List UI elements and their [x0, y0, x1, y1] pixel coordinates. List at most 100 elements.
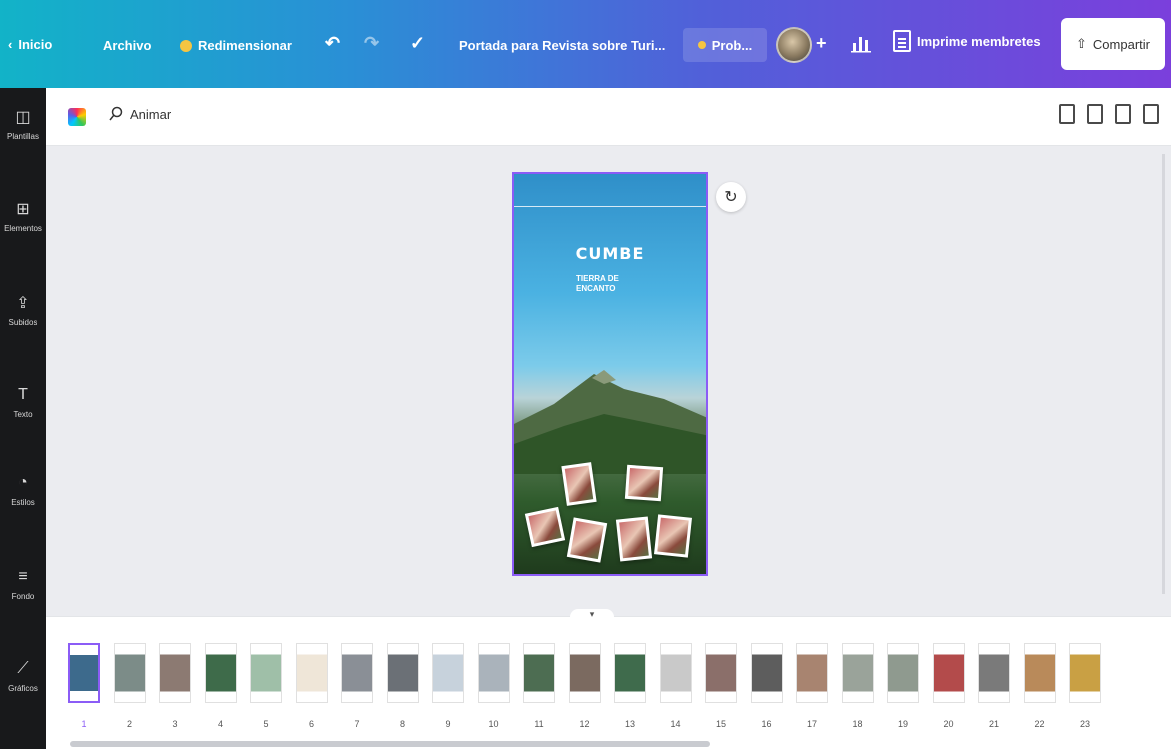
page-number: 10: [488, 719, 499, 729]
page-thumbnail[interactable]: [432, 643, 464, 703]
page-thumbnail[interactable]: [523, 643, 555, 703]
page-thumbnail[interactable]: [477, 643, 510, 703]
page-thumbnail[interactable]: [705, 643, 737, 703]
cloud-check-icon[interactable]: ✓: [410, 33, 425, 54]
back-label: Inicio: [18, 37, 53, 52]
share-label: Compartir: [1092, 36, 1150, 52]
animate-button[interactable]: Animar: [108, 106, 171, 122]
chevron-left-icon: ‹: [8, 37, 13, 52]
page-number: 23: [1079, 719, 1090, 729]
page-number: 16: [761, 719, 772, 729]
sidebar-item-uploads[interactable]: ⇪ Subidos: [0, 294, 46, 327]
page-thumbnail[interactable]: [659, 643, 692, 703]
add-collaborator-button[interactable]: +: [816, 33, 827, 54]
templates-icon: ◫: [15, 109, 31, 126]
page-thumbnail[interactable]: [386, 643, 419, 703]
divider-line: [514, 206, 706, 207]
sidebar-item-charts[interactable]: ⟋ Gráficos: [0, 660, 46, 693]
print-letterhead-button[interactable]: Imprime membretes: [893, 30, 1041, 52]
page-number: 2: [126, 719, 132, 729]
page-number: 14: [670, 719, 681, 729]
design-page[interactable]: CUMBE TIERRA DE ENCANTO: [512, 172, 708, 576]
mountain-image[interactable]: [514, 364, 708, 474]
page-thumbnail[interactable]: [796, 643, 828, 703]
sidebar-item-styles[interactable]: ◔ Estilos: [0, 474, 46, 507]
photo-collage-item[interactable]: [654, 514, 692, 558]
plus-icon: +: [816, 33, 827, 53]
horizontal-scrollbar[interactable]: [70, 741, 710, 747]
rotate-icon[interactable]: ↻: [716, 182, 746, 212]
page-thumbnail[interactable]: [295, 643, 328, 703]
avatar[interactable]: [776, 27, 812, 63]
sidebar-item-label: Texto: [13, 410, 33, 419]
insights-button[interactable]: [850, 30, 874, 54]
print-label: Imprime membretes: [917, 33, 1041, 49]
sidebar-item-label: Subidos: [8, 318, 38, 327]
document-title-text: Portada para Revista sobre Turi...: [459, 38, 666, 53]
document-icon: [893, 30, 911, 52]
page-thumbnail[interactable]: [159, 643, 191, 703]
pro-label: Prob...: [711, 37, 753, 53]
page-thumbnail[interactable]: [932, 643, 965, 703]
page-number: 17: [806, 719, 817, 729]
animate-label: Animar: [130, 106, 172, 122]
top-bar: ‹ Inicio Archivo Redimensionar ↶ ↷ ✓ Por…: [0, 0, 1171, 88]
page-thumbnail[interactable]: [887, 643, 919, 703]
page-thumbnail[interactable]: [68, 643, 100, 703]
document-title[interactable]: Portada para Revista sobre Turi...: [459, 38, 665, 53]
page-thumbnail[interactable]: [1069, 643, 1101, 703]
styles-icon: ◔: [18, 474, 28, 491]
file-menu-button[interactable]: Archivo: [103, 38, 151, 53]
photo-collage-item[interactable]: [524, 506, 566, 548]
collapse-pages-button[interactable]: ▾: [570, 609, 614, 623]
cover-title[interactable]: CUMBE: [514, 244, 706, 263]
page-thumbnail[interactable]: [614, 643, 646, 703]
sidebar-item-elements[interactable]: ⊞ Elementos: [0, 200, 46, 233]
sidebar-item-label: Gráficos: [8, 684, 38, 693]
share-button[interactable]: ⇧ Compartir: [1061, 18, 1165, 70]
editor-toolbar: Animar: [46, 88, 1171, 146]
page-number: 5: [263, 719, 269, 729]
back-home-button[interactable]: ‹ Inicio: [8, 37, 52, 52]
add-page-icon[interactable]: [1087, 104, 1103, 124]
page-number: 22: [1034, 719, 1045, 729]
page-thumbnail[interactable]: [750, 643, 783, 703]
lock-icon[interactable]: [1059, 104, 1075, 124]
sidebar-item-templates[interactable]: ◫ Plantillas: [0, 108, 46, 141]
sidebar-item-text[interactable]: T Texto: [0, 386, 46, 419]
sidebar-item-background[interactable]: ≡ Fondo: [0, 568, 46, 601]
page-thumbnail[interactable]: [341, 643, 373, 703]
page-thumbnail[interactable]: [1023, 643, 1056, 703]
pages-strip: ▾ 1 2 3 4 5 6 7 8 9 10 11 12 13 14 15 16 17 18 19 20 21 22 23: [46, 609, 1171, 749]
pro-button[interactable]: Prob...: [683, 28, 767, 62]
color-picker-button[interactable]: [68, 108, 86, 126]
page-thumbnail[interactable]: [568, 643, 601, 703]
page-number: 9: [445, 719, 451, 729]
photo-collage-item[interactable]: [561, 462, 597, 506]
resize-button[interactable]: Redimensionar: [180, 38, 292, 53]
photo-collage-item[interactable]: [615, 516, 653, 562]
page-number: 8: [399, 719, 405, 729]
page-number: 13: [624, 719, 635, 729]
page-thumbnail[interactable]: [113, 643, 146, 703]
elements-icon: ⊞: [16, 201, 30, 218]
page-tools: [1059, 104, 1159, 124]
page-thumbnail[interactable]: [841, 643, 874, 703]
redo-icon[interactable]: ↷: [364, 33, 379, 54]
page-number: 21: [988, 719, 999, 729]
design-canvas: CUMBE TIERRA DE ENCANTO ↻: [46, 146, 1171, 616]
resize-label: Redimensionar: [198, 38, 292, 53]
delete-page-icon[interactable]: [1143, 104, 1159, 124]
page-thumbnail[interactable]: [204, 643, 237, 703]
undo-icon[interactable]: ↶: [325, 33, 340, 54]
page-thumbnail[interactable]: [978, 643, 1010, 703]
charts-icon: ⟋: [17, 660, 29, 677]
duplicate-page-icon[interactable]: [1115, 104, 1131, 124]
page-thumbnail[interactable]: [250, 643, 282, 703]
cover-subtitle[interactable]: TIERRA DE ENCANTO: [576, 274, 646, 294]
background-icon: ≡: [18, 568, 28, 585]
photo-collage-item[interactable]: [566, 517, 608, 563]
photo-collage-item[interactable]: [624, 464, 664, 502]
vertical-scrollbar[interactable]: [1162, 154, 1165, 594]
pro-dot-icon: [697, 41, 706, 49]
